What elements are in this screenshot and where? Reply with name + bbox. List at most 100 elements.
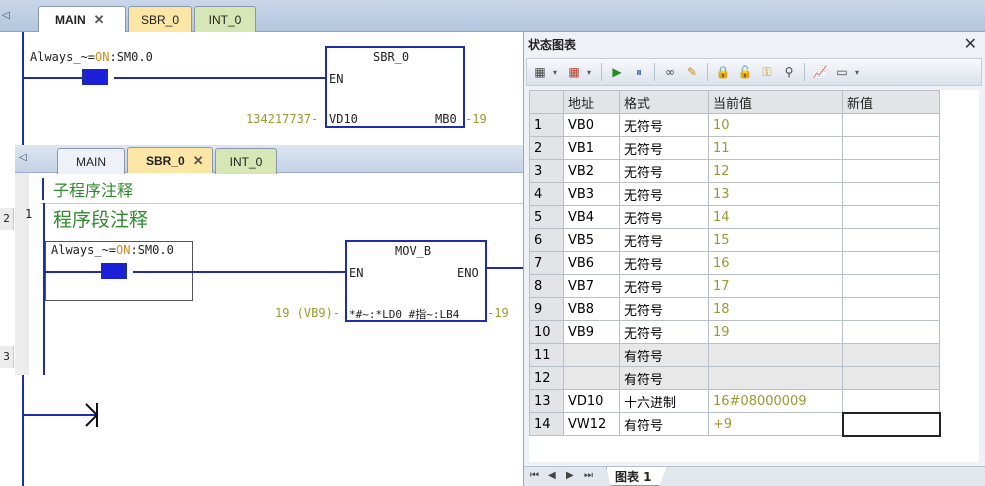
address-cell[interactable]: VB8	[563, 297, 620, 321]
tab-int0[interactable]: INT_0	[215, 148, 277, 174]
tab-main[interactable]: MAIN	[57, 148, 125, 174]
table-row[interactable]: 3 VB2 无符号 12	[529, 159, 940, 183]
table-row[interactable]: 9 VB8 无符号 18	[529, 297, 940, 321]
read-all-icon[interactable]: ⚲	[780, 63, 798, 81]
address-cell[interactable]: VB1	[563, 136, 620, 160]
address-cell[interactable]: VD10	[563, 389, 620, 413]
label-icon[interactable]: ▭	[833, 63, 851, 81]
format-cell[interactable]: 无符号	[619, 251, 709, 275]
address-cell[interactable]	[563, 343, 620, 367]
tab-close-icon[interactable]: ✕	[94, 12, 105, 28]
prev-sheet-icon[interactable]: ◀	[548, 470, 556, 481]
sbr0-call-block[interactable]: SBR_0 EN VD10 MB0	[325, 46, 465, 128]
new-value-cell[interactable]	[841, 411, 941, 437]
format-cell[interactable]: 有符号	[619, 343, 709, 367]
column-header-new-value[interactable]: 新值	[842, 90, 940, 114]
new-value-cell[interactable]	[842, 205, 940, 229]
address-cell[interactable]: VB9	[563, 320, 620, 344]
mov-b-block[interactable]: MOV_B EN ENO *#~:*LD0 #指~:LB4	[345, 240, 487, 322]
play-icon[interactable]: ▶	[608, 63, 626, 81]
address-cell[interactable]	[563, 366, 620, 390]
format-cell[interactable]: 无符号	[619, 182, 709, 206]
address-cell[interactable]: VB5	[563, 228, 620, 252]
pause-icon[interactable]: ⏸	[630, 63, 648, 81]
next-sheet-icon[interactable]: ▶	[566, 470, 574, 481]
tab-close-icon[interactable]: ✕	[193, 153, 204, 169]
table-row[interactable]: 14 VW12 有符号 +9	[529, 411, 941, 437]
last-sheet-icon[interactable]: ⏭	[584, 470, 593, 481]
new-value-cell[interactable]	[842, 251, 940, 275]
column-header-address[interactable]: 地址	[563, 90, 620, 114]
add-row-icon[interactable]: ▦	[531, 63, 549, 81]
new-value-cell[interactable]	[842, 320, 940, 344]
glasses-icon[interactable]: ∞	[661, 63, 679, 81]
address-cell[interactable]: VB7	[563, 274, 620, 298]
new-value-cell[interactable]	[842, 274, 940, 298]
column-header-format[interactable]: 格式	[619, 90, 709, 114]
table-row[interactable]: 7 VB6 无符号 16	[529, 251, 940, 275]
format-cell[interactable]: 无符号	[619, 159, 709, 183]
always-on-contact[interactable]	[101, 263, 127, 279]
chevron-down-icon[interactable]: ▾	[553, 68, 561, 77]
new-value-cell[interactable]	[842, 389, 940, 413]
format-cell[interactable]: 有符号	[619, 366, 709, 390]
status-chart-panel[interactable]: 状态图表 ✕ ▦ ▾ ▦ ▾ ▶ ⏸ ∞ ✎ 🔒 🔓 ⚿ ⚲ 📈 ▭ ▾ 地址 格式 …	[523, 32, 985, 486]
chevron-down-icon[interactable]: ▾	[855, 68, 863, 77]
table-row[interactable]: 2 VB1 无符号 11	[529, 136, 940, 160]
first-sheet-icon[interactable]: ⏮	[530, 470, 539, 481]
delete-row-icon[interactable]: ▦	[565, 63, 583, 81]
subroutine-comment[interactable]: 子程序注释	[53, 177, 133, 201]
address-cell[interactable]: VB3	[563, 182, 620, 206]
trend-chart-icon[interactable]: 📈	[811, 63, 829, 81]
column-header-current-value[interactable]: 当前值	[708, 90, 843, 114]
table-row[interactable]: 13 VD10 十六进制 16#08000009	[529, 389, 940, 413]
chevron-down-icon[interactable]: ▾	[587, 68, 595, 77]
new-value-cell[interactable]	[842, 113, 940, 137]
format-cell[interactable]: 无符号	[619, 228, 709, 252]
new-value-cell[interactable]	[842, 159, 940, 183]
network-comment[interactable]: 程序段注释	[53, 205, 148, 232]
format-cell[interactable]: 无符号	[619, 274, 709, 298]
force-icon[interactable]: ⚿	[758, 63, 776, 81]
table-row[interactable]: 1 VB0 无符号 10	[529, 113, 940, 137]
new-value-cell[interactable]	[842, 366, 940, 390]
sbr0-editor-window[interactable]: ◁ MAIN SBR_0 ✕ INT_0 子程序注释 1 程序段注释 Alway…	[15, 145, 527, 375]
address-cell[interactable]: VB2	[563, 159, 620, 183]
table-row[interactable]: 11 有符号	[529, 343, 940, 367]
format-cell[interactable]: 无符号	[619, 205, 709, 229]
address-cell[interactable]: VB6	[563, 251, 620, 275]
format-cell[interactable]: 十六进制	[619, 389, 709, 413]
unlock-icon[interactable]: 🔓	[736, 63, 754, 81]
status-chart-grid[interactable]: 地址 格式 当前值 新值 1 VB0 无符号 10 2 VB1 无符号 11 3 VB2 无符号 12…	[529, 90, 979, 462]
new-value-cell[interactable]	[842, 136, 940, 160]
tab-int0[interactable]: INT_0	[194, 6, 256, 32]
new-value-cell[interactable]	[842, 228, 940, 252]
sheet-tab-chart-1[interactable]: 图表 1	[606, 467, 667, 486]
format-cell[interactable]: 无符号	[619, 320, 709, 344]
address-cell[interactable]: VB4	[563, 205, 620, 229]
tab-sbr0[interactable]: SBR_0	[128, 6, 192, 32]
table-row[interactable]: 4 VB3 无符号 13	[529, 182, 940, 206]
address-cell[interactable]: VB0	[563, 113, 620, 137]
format-cell[interactable]: 无符号	[619, 136, 709, 160]
close-icon[interactable]: ✕	[964, 34, 977, 53]
address-cell[interactable]: VW12	[563, 412, 620, 436]
table-row[interactable]: 6 VB5 无符号 15	[529, 228, 940, 252]
table-row[interactable]: 8 VB7 无符号 17	[529, 274, 940, 298]
new-value-cell[interactable]	[842, 182, 940, 206]
new-value-cell[interactable]	[842, 297, 940, 321]
format-cell[interactable]: 有符号	[619, 412, 709, 436]
table-row[interactable]: 10 VB9 无符号 19	[529, 320, 940, 344]
new-value-cell[interactable]	[842, 343, 940, 367]
tab-sbr0[interactable]: SBR_0 ✕	[127, 147, 213, 173]
format-cell[interactable]: 无符号	[619, 297, 709, 321]
table-row[interactable]: 5 VB4 无符号 14	[529, 205, 940, 229]
pencil-icon[interactable]: ✎	[683, 63, 701, 81]
lock-icon[interactable]: 🔒	[714, 63, 732, 81]
table-row[interactable]: 12 有符号	[529, 366, 940, 390]
tab-scroll-left-icon[interactable]: ◁	[19, 152, 27, 163]
always-on-contact[interactable]	[82, 69, 108, 85]
tab-scroll-left-icon[interactable]: ◁	[2, 10, 10, 21]
tab-main[interactable]: MAIN ✕	[38, 6, 126, 32]
format-cell[interactable]: 无符号	[619, 113, 709, 137]
